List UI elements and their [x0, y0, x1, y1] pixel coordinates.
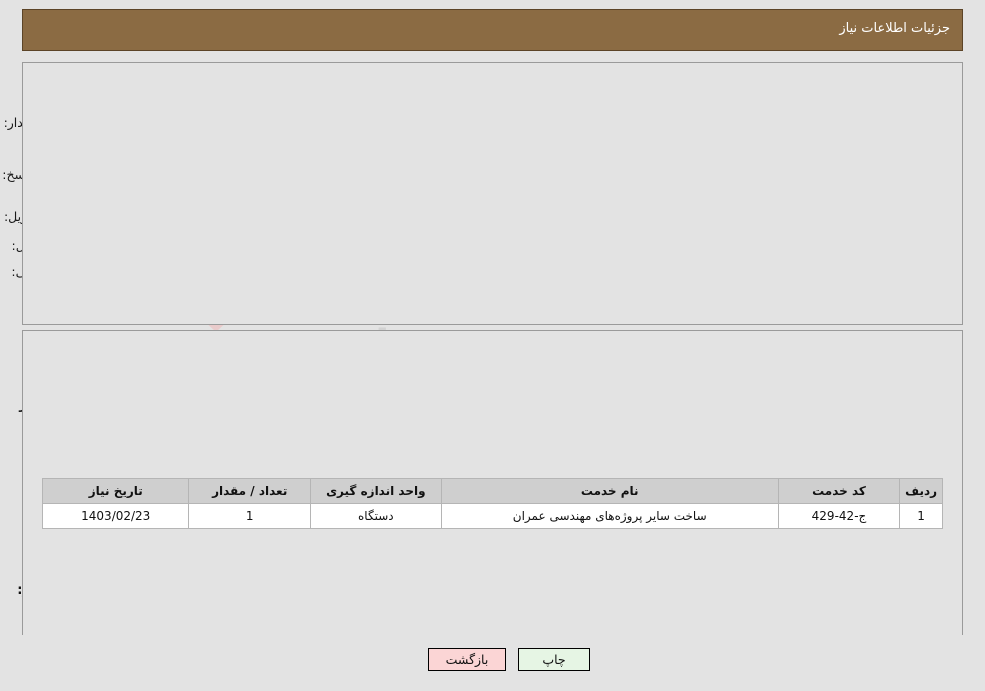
- cell-date: 1403/02/23: [41, 503, 190, 529]
- window-titlebar: جزئیات اطلاعات نیاز: [22, 9, 963, 51]
- page-title: جزئیات اطلاعات نیاز: [839, 21, 950, 36]
- col-header-name: نام خدمت: [440, 478, 779, 504]
- need-info-panel: [22, 62, 963, 325]
- cell-name: ساخت سایر پروژه‌های مهندسی عمران: [440, 503, 779, 529]
- col-header-qty: تعداد / مقدار: [188, 478, 311, 504]
- print-button[interactable]: چاپ: [518, 648, 590, 671]
- services-table: ردیف کد خدمت نام خدمت واحد اندازه گیری ت…: [41, 478, 943, 529]
- table-header-row: ردیف کد خدمت نام خدمت واحد اندازه گیری ت…: [41, 478, 943, 504]
- cell-row: 1: [899, 503, 943, 529]
- col-header-date: تاریخ نیاز: [41, 478, 190, 504]
- back-button[interactable]: بازگشت: [428, 648, 506, 671]
- cell-qty: 1: [188, 503, 311, 529]
- col-header-code: کد خدمت: [777, 478, 901, 504]
- cell-code: ج-42-429: [777, 503, 901, 529]
- col-header-row: ردیف: [899, 478, 943, 504]
- cell-unit: دستگاه: [309, 503, 442, 529]
- col-header-unit: واحد اندازه گیری: [309, 478, 442, 504]
- table-row: 1 ج-42-429 ساخت سایر پروژه‌های مهندسی عم…: [41, 503, 943, 529]
